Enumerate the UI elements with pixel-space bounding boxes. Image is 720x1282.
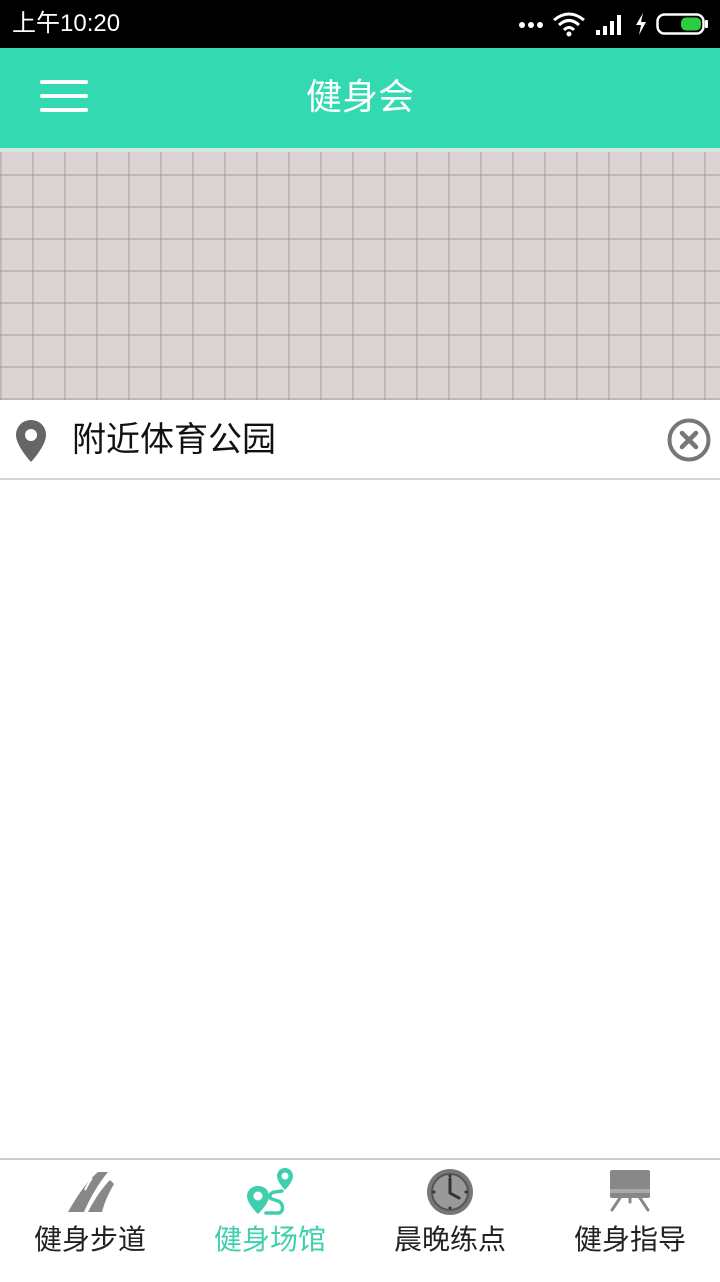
clock-icon — [427, 1169, 473, 1215]
location-text: 附近体育公园 — [72, 420, 276, 460]
status-bar: 上午10:20 — [0, 0, 720, 48]
page-title: 健身会 — [305, 77, 414, 118]
menu-icon-line — [40, 94, 88, 98]
status-time: 上午10:20 — [12, 10, 121, 37]
wifi-icon — [553, 12, 585, 37]
menu-icon-line — [40, 108, 88, 112]
signal-icon — [596, 15, 621, 35]
tab-morning-evening-spots[interactable]: 晨晚练点 — [360, 1160, 540, 1282]
location-pin-icon — [16, 420, 46, 462]
road-icon — [68, 1172, 114, 1212]
tab-label: 健身步道 — [33, 1223, 146, 1256]
route-pin-icon — [247, 1168, 293, 1215]
menu-button[interactable] — [36, 78, 92, 118]
location-bar: 附近体育公园 — [0, 400, 720, 480]
bottom-nav: 健身步道 健身场馆 晨晚练点 健身指导 — [0, 1158, 720, 1282]
content-area — [0, 480, 720, 1158]
billboard-icon — [610, 1170, 650, 1212]
battery-icon — [656, 13, 708, 35]
map-top-edge — [0, 148, 720, 152]
tab-label: 健身指导 — [573, 1223, 686, 1256]
more-dots-icon — [519, 22, 543, 28]
charging-icon — [636, 13, 646, 35]
tab-fitness-venues[interactable]: 健身场馆 — [180, 1160, 360, 1282]
app-bar: 健身会 — [0, 48, 720, 148]
tab-label: 晨晚练点 — [393, 1223, 506, 1256]
clear-icon[interactable] — [666, 417, 712, 463]
tab-fitness-trails[interactable]: 健身步道 — [0, 1160, 180, 1282]
tab-fitness-guide[interactable]: 健身指导 — [540, 1160, 720, 1282]
status-icons — [518, 8, 710, 40]
menu-icon-line — [40, 80, 88, 84]
map-view[interactable] — [0, 148, 720, 400]
tab-label: 健身场馆 — [213, 1223, 326, 1256]
